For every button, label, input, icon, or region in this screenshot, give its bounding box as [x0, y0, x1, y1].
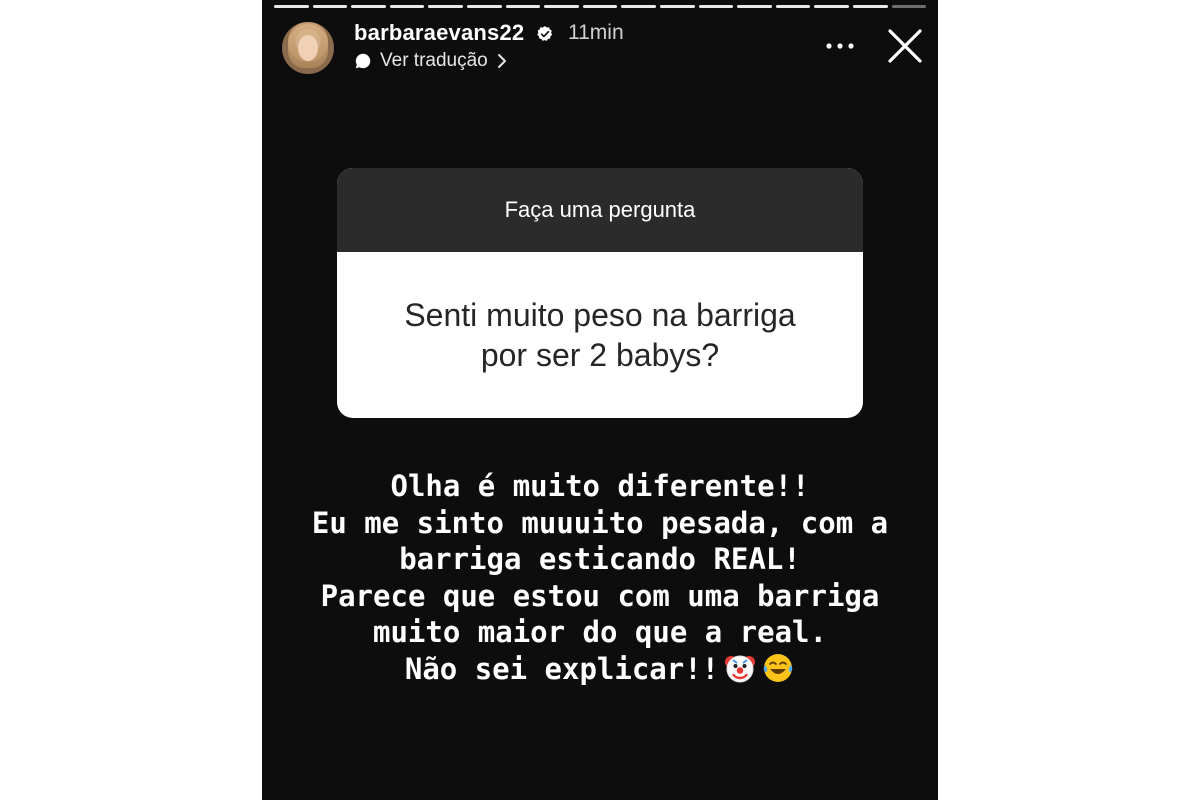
- username[interactable]: barbaraevans22: [354, 20, 524, 46]
- answer-line: Eu me sinto muuuito pesada, com a: [311, 505, 889, 540]
- answer-line: muito maior do que a real.: [373, 615, 827, 649]
- close-icon[interactable]: [887, 28, 923, 64]
- story-viewer[interactable]: barbaraevans22 11min Ver tradução Faça u…: [262, 0, 938, 800]
- answer-line: Olha é muito diferente!!: [390, 469, 810, 503]
- more-options-icon[interactable]: [824, 34, 856, 58]
- progress-segment: [351, 5, 386, 8]
- progress-segment: [775, 5, 811, 8]
- chat-bubble-icon: [355, 53, 371, 69]
- progress-segment: [659, 5, 695, 8]
- story-progress-bar: [274, 5, 927, 8]
- answer-line: Não sei explicar!!: [404, 651, 720, 686]
- progress-segment: [852, 5, 888, 8]
- progress-segment: [544, 5, 579, 8]
- question-sticker: Faça uma pergunta Senti muito peso na ba…: [337, 168, 863, 418]
- progress-segment: [698, 5, 734, 8]
- see-translation-button[interactable]: Ver tradução: [354, 49, 508, 73]
- progress-segment: [389, 5, 425, 8]
- progress-segment: [274, 5, 309, 8]
- answer-line: Parece que estou com uma barriga: [320, 578, 880, 613]
- answer-line-last: Não sei explicar!!: [282, 651, 918, 688]
- progress-segment: [621, 5, 656, 8]
- progress-segment: [814, 5, 849, 8]
- question-sticker-header: Faça uma pergunta: [337, 168, 863, 252]
- progress-segment: [466, 5, 502, 8]
- question-line: por ser 2 babys?: [480, 337, 720, 373]
- clown-face-emoji: [725, 655, 756, 682]
- avatar[interactable]: [282, 22, 334, 74]
- progress-segment: [582, 5, 618, 8]
- answer-line: barriga esticando REAL!: [399, 542, 801, 576]
- see-translation-label: Ver tradução: [380, 50, 488, 71]
- story-timestamp: 11min: [568, 21, 624, 44]
- chevron-right-icon: [497, 54, 506, 68]
- avatar-face: [298, 35, 318, 61]
- progress-segment: [428, 5, 463, 8]
- question-line: Senti muito peso na barriga: [404, 297, 796, 333]
- progress-segment: [891, 5, 927, 8]
- progress-segment: [505, 5, 541, 8]
- verified-badge-icon: [537, 26, 553, 41]
- progress-segment: [312, 5, 348, 8]
- laughing-tears-emoji: [763, 653, 793, 682]
- question-text: Senti muito peso na barriga por ser 2 ba…: [337, 252, 863, 418]
- progress-segment: [737, 5, 772, 8]
- answer-text: Olha é muito diferente!! Eu me sinto muu…: [282, 468, 918, 687]
